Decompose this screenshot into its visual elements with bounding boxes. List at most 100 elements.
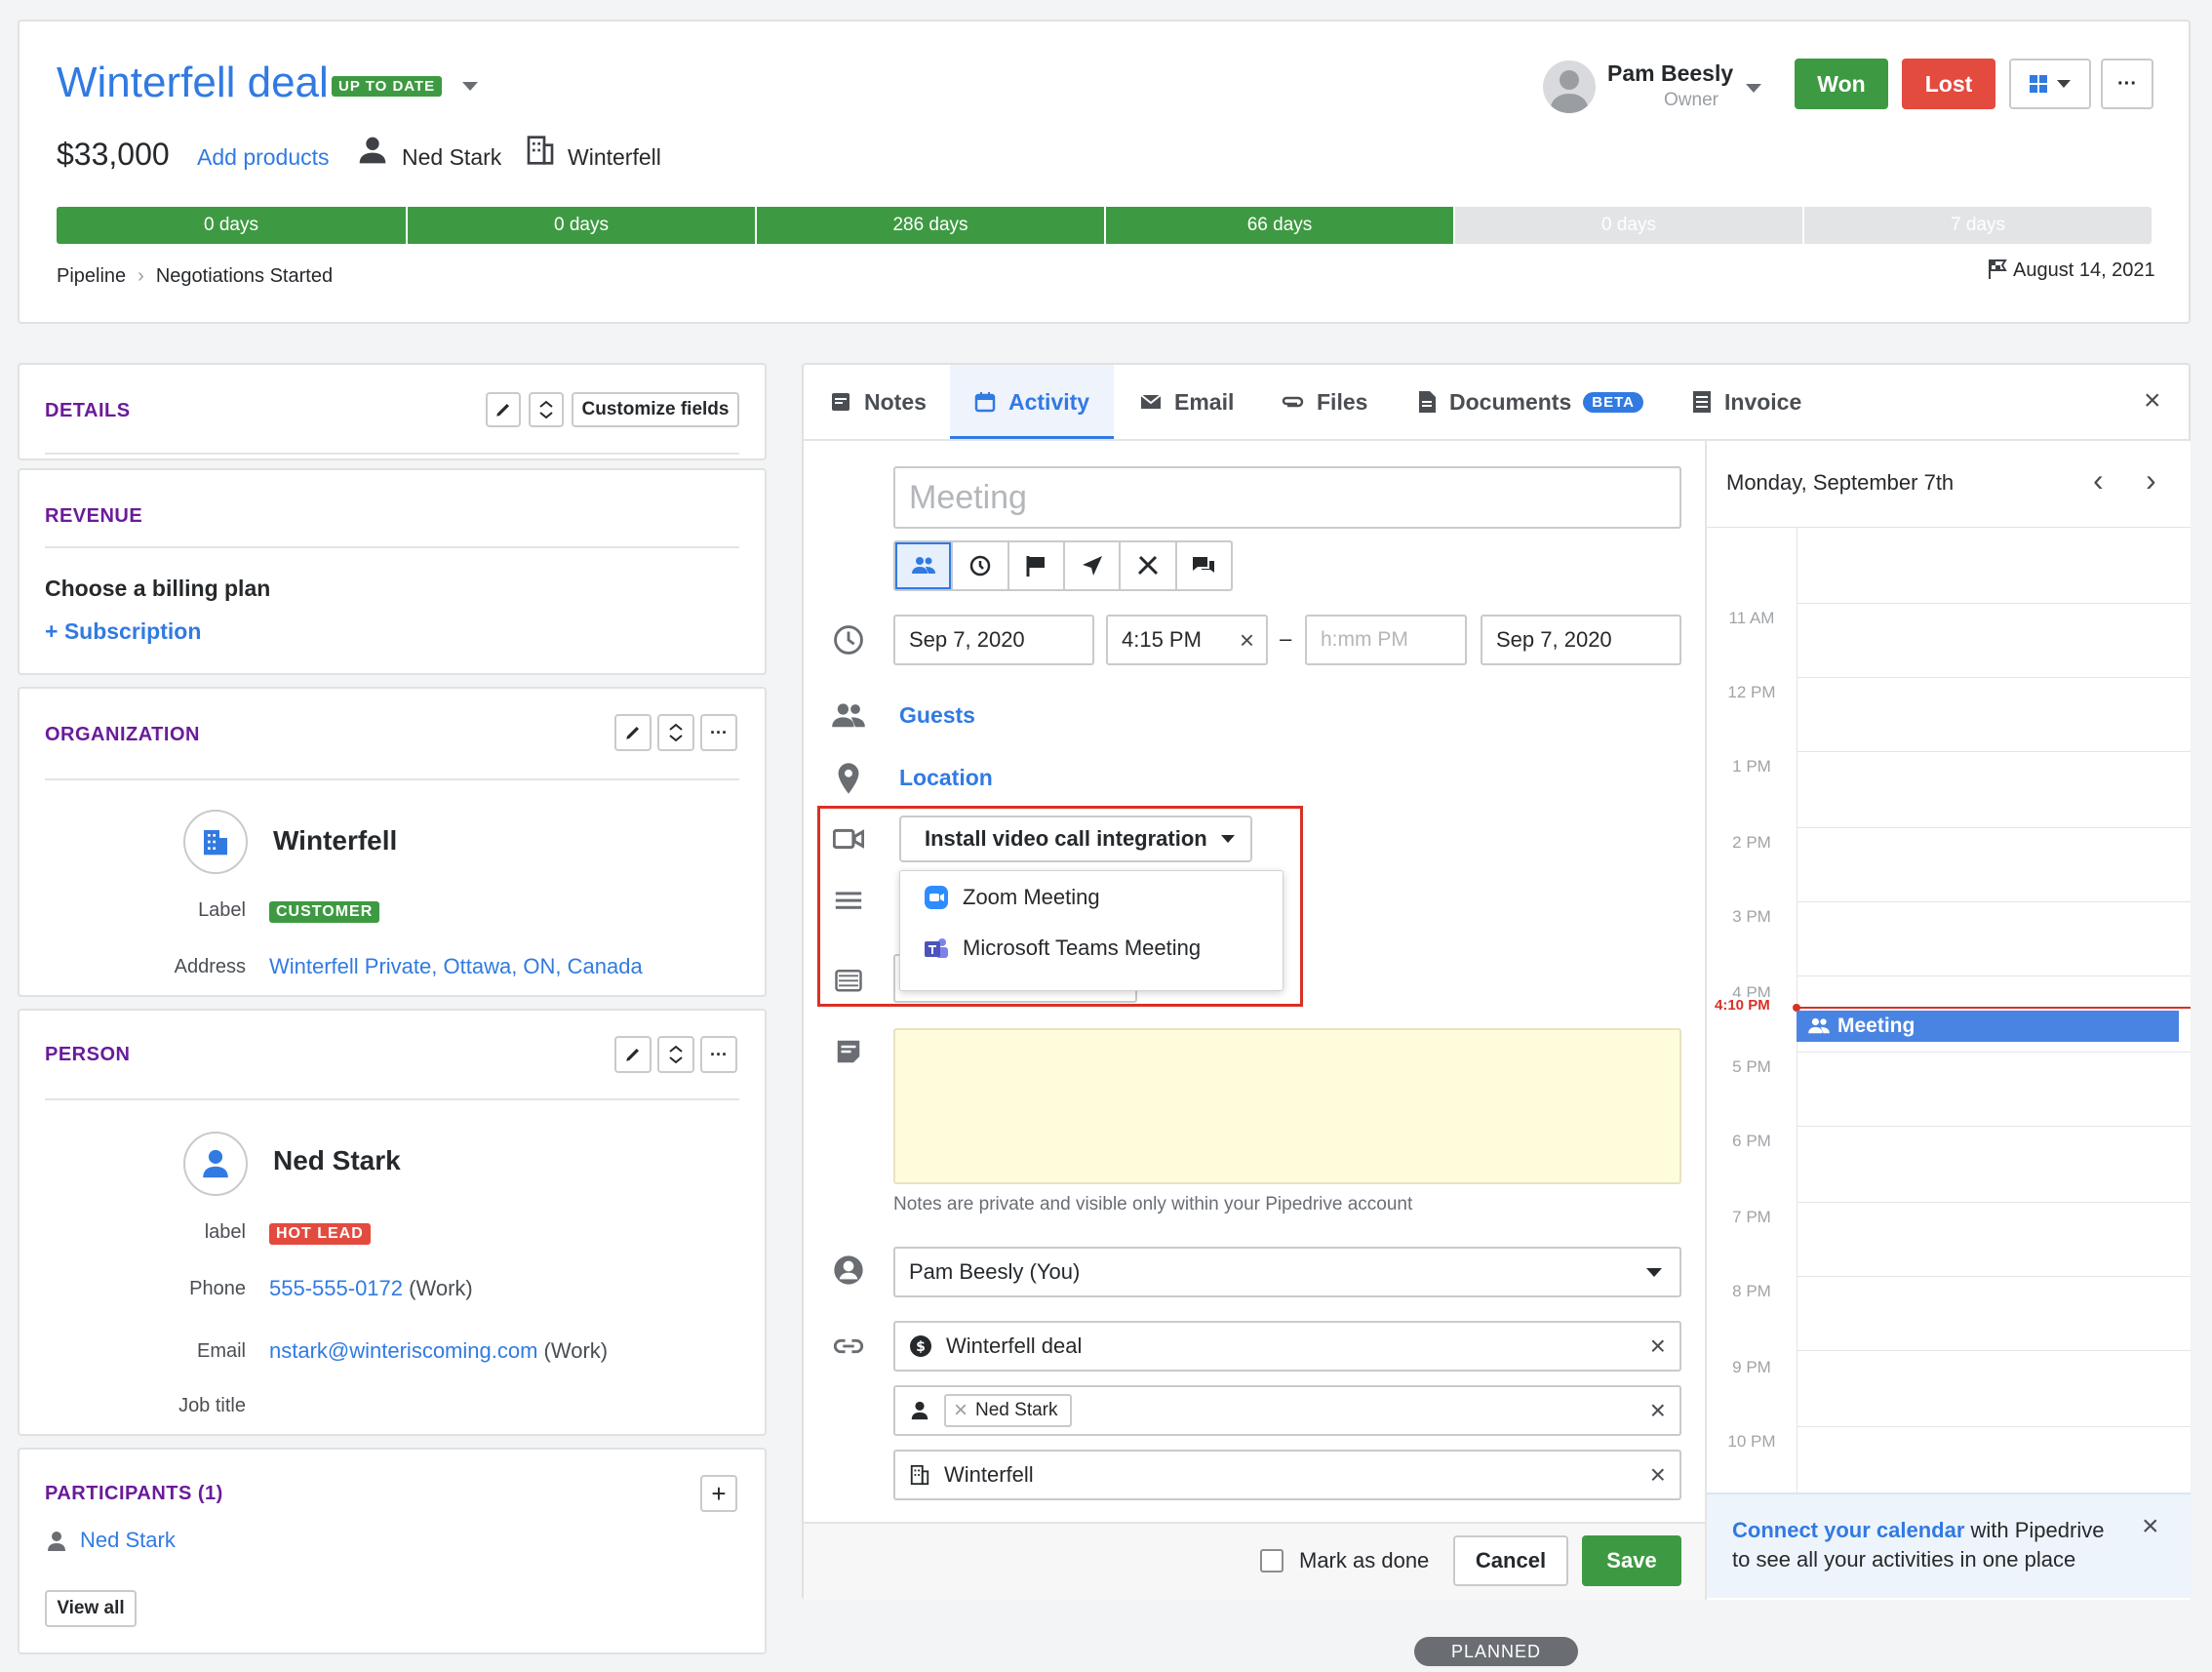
notes-textarea[interactable] [893,1028,1681,1184]
close-date[interactable]: August 14, 2021 [2013,259,2155,282]
pipeline-stage[interactable]: 7 days [1802,207,2152,244]
mark-done-checkbox[interactable] [1260,1549,1284,1572]
more-button[interactable]: ··· [2101,59,2153,109]
edit-button[interactable] [614,1036,652,1073]
pipeline-stage[interactable]: 0 days [1453,207,1802,244]
participant-link[interactable]: Ned Stark [80,1528,176,1553]
expand-button[interactable] [529,392,564,427]
chevron-down-icon [2057,80,2071,88]
phone-type: (Work) [409,1276,473,1300]
type-call-button[interactable] [895,542,951,589]
end-time-input[interactable]: h:mm PM [1305,615,1467,665]
pipeline-stage[interactable]: 0 days [57,207,406,244]
address-link[interactable]: Winterfell Private, Ottawa, ON, Canada [269,954,643,979]
pipeline-stage[interactable]: 286 days [755,207,1104,244]
save-button[interactable]: Save [1582,1535,1681,1586]
pipeline-stage[interactable]: 66 days [1104,207,1453,244]
owner-name[interactable]: Pam Beesly [1607,60,1733,87]
cancel-button[interactable]: Cancel [1453,1535,1568,1586]
hour-label: 12 PM [1707,683,1797,702]
label-key: Label [127,899,246,922]
remove-icon[interactable]: × [954,1402,968,1419]
customize-fields-button[interactable]: Customize fields [572,392,739,427]
type-chat-button[interactable] [1175,542,1231,589]
clear-icon[interactable]: × [1240,625,1254,656]
close-icon[interactable]: × [2144,384,2161,418]
hour-label: 3 PM [1707,907,1797,927]
current-time-line [1797,1007,2191,1009]
more-button[interactable]: ··· [700,714,737,751]
planned-badge: PLANNED [1414,1637,1578,1666]
tab-activity[interactable]: Activity [973,365,1089,439]
view-all-button[interactable]: View all [45,1590,137,1627]
person-name[interactable]: Ned Stark [273,1145,401,1176]
deal-title[interactable]: Winterfell deal [57,59,329,107]
breadcrumb-pipeline[interactable]: Pipeline [57,265,126,288]
edit-button[interactable] [486,392,521,427]
tab-notes[interactable]: Notes [829,365,927,439]
phone-link[interactable]: 555-555-0172 [269,1276,403,1300]
guests-link[interactable]: Guests [899,702,975,729]
clear-icon[interactable]: × [1650,1395,1666,1426]
calendar-date: Monday, September 7th [1726,470,1954,496]
type-deadline-button[interactable] [951,542,1007,589]
people-icon [1808,1017,1830,1035]
start-time-input[interactable]: 4:15 PM × [1106,615,1268,665]
linked-person-input[interactable]: × Ned Stark × [893,1385,1681,1436]
lost-button[interactable]: Lost [1902,59,1995,109]
end-date-input[interactable]: Sep 7, 2020 [1481,615,1681,665]
pipeline-stage[interactable]: 0 days [406,207,755,244]
add-participant-button[interactable]: + [700,1475,737,1512]
next-day-icon[interactable]: › [2146,462,2156,498]
expand-button[interactable] [657,714,694,751]
phone-value: 555-555-0172 (Work) [269,1276,473,1301]
tab-files[interactable]: Files [1280,365,1367,439]
participants-title: PARTICIPANTS (1) [45,1483,223,1505]
connect-calendar-link[interactable]: Connect your calendar [1732,1518,1964,1542]
expand-icon [668,723,684,742]
paperclip-icon [1280,390,1305,414]
clear-icon[interactable]: × [1650,1459,1666,1491]
organization-name[interactable]: Winterfell [273,825,397,856]
add-products-link[interactable]: Add products [197,144,330,171]
edit-button[interactable] [614,714,652,751]
start-date-input[interactable]: Sep 7, 2020 [893,615,1094,665]
clear-icon[interactable]: × [1650,1331,1666,1362]
email-link[interactable]: nstark@winteriscoming.com [269,1338,537,1363]
flag-icon [1025,554,1047,577]
type-task-button[interactable] [1007,542,1063,589]
more-button[interactable]: ··· [700,1036,737,1073]
document-icon [1416,390,1438,414]
tab-email[interactable]: Email [1139,365,1234,439]
person-chip[interactable]: × Ned Stark [944,1394,1072,1427]
hour-line [1797,751,2191,752]
deal-person[interactable]: Ned Stark [402,144,501,171]
avatar[interactable] [1543,60,1596,113]
billing-plan-text: Choose a billing plan [45,576,270,602]
chevron-down-icon[interactable] [462,82,478,91]
expand-button[interactable] [657,1036,694,1073]
won-button[interactable]: Won [1795,59,1888,109]
tab-invoice[interactable]: Invoice [1691,365,1801,439]
assignee-select[interactable]: Pam Beesly (You) [893,1247,1681,1297]
deal-organization[interactable]: Winterfell [568,144,661,171]
highlight-box [817,806,1303,1007]
link-icon [831,1329,866,1364]
type-email-button[interactable] [1063,542,1119,589]
location-link[interactable]: Location [899,765,993,791]
prev-day-icon[interactable]: ‹ [2093,462,2104,498]
notes-hint: Notes are private and visible only withi… [893,1194,1412,1215]
linked-org-input[interactable]: Winterfell × [893,1450,1681,1500]
close-icon[interactable]: × [2142,1510,2159,1543]
add-subscription-link[interactable]: + Subscription [45,618,201,645]
subject-input[interactable]: Meeting [893,466,1681,529]
tab-documents[interactable]: Documents BETA [1416,365,1643,439]
type-lunch-button[interactable] [1119,542,1174,589]
view-switch-button[interactable] [2009,59,2091,109]
breadcrumb-stage[interactable]: Negotiations Started [156,265,333,288]
mark-done-label[interactable]: Mark as done [1299,1548,1429,1573]
building-icon [909,1464,930,1486]
linked-deal-input[interactable]: $ Winterfell deal × [893,1321,1681,1372]
owner-chevron-icon[interactable] [1746,84,1761,93]
calendar-event[interactable]: Meeting [1797,1011,2179,1042]
